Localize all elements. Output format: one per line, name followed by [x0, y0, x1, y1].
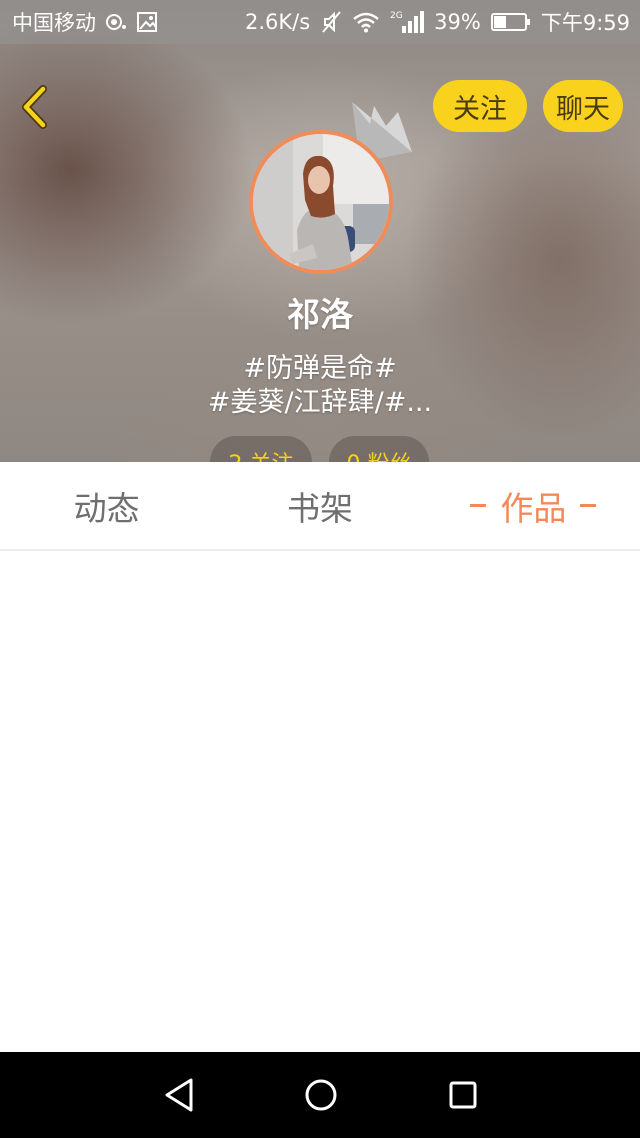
wifi-icon	[352, 11, 380, 33]
battery-icon	[490, 12, 531, 32]
profile-page: 中国移动 2.6K/s 2G 39% 下午9:59 关注 聊天 祁洛 #防弹是命…	[0, 0, 640, 1138]
triangle-back-icon	[165, 1078, 193, 1112]
nav-recent-button[interactable]	[438, 1070, 488, 1120]
profile-header: 中国移动 2.6K/s 2G 39% 下午9:59 关注 聊天 祁洛 #防弹是命…	[0, 0, 640, 462]
follow-button[interactable]: 关注	[433, 80, 527, 132]
works-content	[0, 551, 640, 1052]
chat-button[interactable]: 聊天	[543, 80, 623, 132]
nav-back-button[interactable]	[154, 1070, 204, 1120]
tab-bookshelf[interactable]: 书架	[213, 462, 426, 549]
tab-works[interactable]: 作品	[427, 462, 640, 549]
nav-home-button[interactable]	[296, 1070, 346, 1120]
back-button[interactable]	[12, 84, 56, 130]
tab-indicator-left	[470, 504, 487, 507]
profile-bio: #防弹是命# #姜葵/江辞肆/#...	[0, 352, 640, 420]
eye-icon	[104, 12, 128, 32]
chevron-left-icon	[22, 85, 47, 129]
bio-line-2: #姜葵/江辞肆/#...	[207, 387, 433, 418]
tab-works-label: 作品	[500, 488, 567, 528]
clock: 下午9:59	[540, 11, 630, 35]
carrier-label: 中国移动	[12, 11, 96, 35]
signal-icon: 2G	[390, 9, 425, 35]
avatar-photo	[253, 134, 389, 270]
tab-activity-label: 动态	[73, 488, 140, 528]
following-count-button[interactable]: 2 关注	[210, 436, 312, 462]
tab-bookshelf-label: 书架	[286, 488, 353, 528]
network-speed: 2.6K/s	[244, 10, 311, 34]
circle-home-icon	[305, 1079, 337, 1111]
bio-line-1: #防弹是命#	[243, 353, 397, 384]
navigation-bar	[0, 1052, 640, 1138]
battery-percent: 39%	[434, 10, 481, 34]
tab-activity[interactable]: 动态	[0, 462, 213, 549]
profile-tabs: 动态 书架 作品	[0, 462, 640, 551]
square-recent-icon	[449, 1081, 477, 1109]
fans-count-button[interactable]: 0 粉丝	[329, 436, 429, 462]
tab-indicator-right	[580, 504, 597, 507]
image-icon	[136, 11, 158, 33]
avatar[interactable]	[249, 130, 393, 274]
status-bar: 中国移动 2.6K/s 2G 39% 下午9:59	[0, 0, 640, 44]
profile-name: 祁洛	[287, 295, 353, 334]
mute-icon	[320, 10, 342, 34]
network-type: 2G	[390, 11, 403, 21]
